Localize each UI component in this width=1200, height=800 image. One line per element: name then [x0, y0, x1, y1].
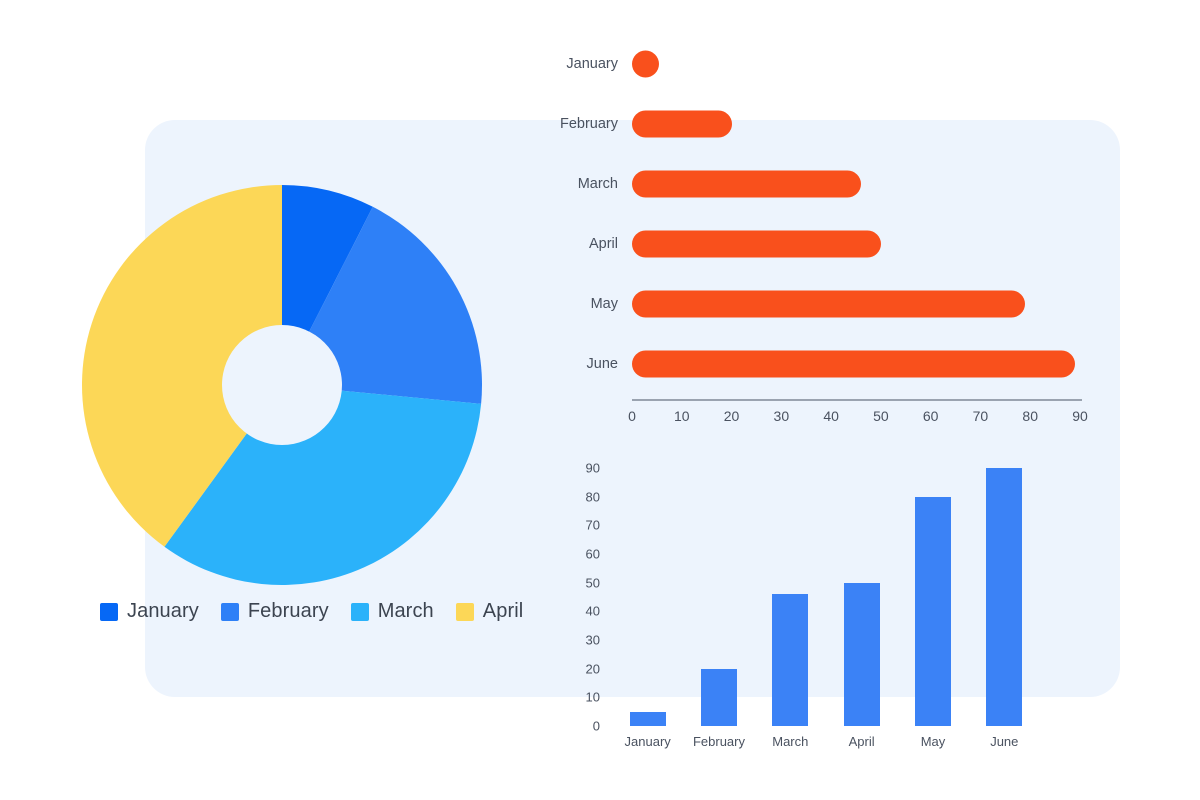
horizontal-bar-march[interactable] — [632, 170, 861, 198]
horizontal-bar-rows: January February March April May June — [540, 34, 1100, 394]
legend-item-january[interactable]: January — [100, 600, 199, 623]
horizontal-bar-x-tick: 10 — [673, 408, 690, 424]
vertical-bar-y-tick: 80 — [585, 489, 600, 505]
horizontal-bar-june[interactable] — [632, 350, 1076, 378]
horizontal-bar-may[interactable] — [632, 290, 1026, 318]
horizontal-bar-track — [632, 154, 1080, 214]
vertical-bar-x-label-february: February — [692, 734, 745, 749]
donut-chart — [77, 185, 487, 585]
vertical-bar-y-tick: 20 — [585, 661, 600, 677]
horizontal-bar-label-february: February — [559, 116, 618, 132]
legend-swatch-icon — [350, 602, 369, 621]
donut-hole — [222, 325, 342, 445]
legend-item-label: March — [377, 600, 434, 622]
horizontal-bar-x-tick: 40 — [823, 408, 839, 424]
horizontal-bar-x-tick: 60 — [922, 408, 939, 424]
vertical-bar-x-label-june: June — [990, 734, 1019, 749]
horizontal-bar-x-tick: 20 — [723, 408, 740, 424]
horizontal-bar-label-march: March — [577, 176, 618, 192]
horizontal-bar-track — [632, 274, 1080, 334]
vertical-bar-x-label-march: March — [772, 734, 809, 749]
legend-item-march[interactable]: March — [350, 600, 434, 623]
horizontal-bar-row: April — [540, 214, 1100, 274]
legend-swatch-icon — [455, 602, 474, 621]
vertical-bar-plot-area — [612, 468, 1040, 726]
vertical-bar-column — [971, 468, 1037, 726]
vertical-bar-column — [686, 468, 752, 726]
vertical-bar-y-tick: 90 — [585, 460, 600, 476]
vertical-bar-january[interactable] — [629, 711, 666, 726]
vertical-bar-column — [900, 468, 966, 726]
horizontal-bar-x-tick: 70 — [972, 408, 989, 424]
dashboard-canvas: January February March April January Februar… — [0, 0, 1200, 800]
vertical-bar-x-label-may: May — [920, 734, 946, 749]
horizontal-bar-april[interactable] — [632, 230, 881, 258]
horizontal-bar-february[interactable] — [632, 110, 732, 138]
donut-legend: January February March April — [100, 600, 523, 623]
vertical-bar-june[interactable] — [986, 468, 1023, 726]
vertical-bar-y-axis-ticks: 0 10 20 30 40 50 60 70 80 90 — [560, 461, 600, 734]
vertical-bar-x-label-january: January — [624, 734, 671, 749]
horizontal-bar-row: June — [540, 334, 1100, 394]
vertical-bar-february[interactable] — [700, 668, 737, 726]
vertical-bar-chart: 0 10 20 30 40 50 60 70 80 90 January February March… — [560, 461, 1040, 768]
horizontal-bar-row: February — [540, 94, 1100, 154]
vertical-bar-x-label-april: April — [848, 734, 875, 749]
legend-swatch-icon — [220, 602, 239, 621]
vertical-bar-column — [757, 468, 823, 726]
horizontal-bar-chart: January February March April May June 0 10 20 30… — [540, 34, 1100, 434]
horizontal-bar-row: May — [540, 274, 1100, 334]
horizontal-bar-x-tick: 80 — [1022, 408, 1039, 424]
vertical-bar-x-axis-labels: January February March April May June — [612, 734, 1040, 749]
horizontal-bar-january[interactable] — [632, 50, 659, 78]
vertical-bar-y-tick: 50 — [585, 575, 600, 591]
vertical-bar-y-tick: 40 — [585, 603, 600, 619]
vertical-bar-y-tick: 0 — [592, 718, 600, 734]
horizontal-bar-x-tick: 90 — [1072, 408, 1088, 424]
vertical-bar-may[interactable] — [914, 496, 951, 726]
horizontal-bar-row: March — [540, 154, 1100, 214]
horizontal-bar-label-january: January — [566, 56, 618, 72]
vertical-bar-y-tick: 70 — [585, 517, 600, 533]
vertical-bar-y-tick: 60 — [585, 546, 600, 562]
vertical-bar-column — [615, 468, 681, 726]
legend-item-february[interactable]: February — [220, 600, 329, 623]
horizontal-bar-x-axis-ticks: 0 10 20 30 40 50 60 70 80 90 — [628, 408, 1088, 430]
legend-item-april[interactable]: April — [455, 600, 524, 623]
horizontal-bar-track — [632, 214, 1080, 274]
legend-item-label: April — [482, 600, 524, 622]
horizontal-bar-track — [632, 334, 1080, 394]
legend-item-label: February — [247, 600, 329, 622]
horizontal-bar-x-tick: 50 — [873, 408, 889, 424]
donut-chart-svg — [82, 185, 482, 585]
horizontal-bar-axis-line — [632, 399, 1082, 401]
horizontal-bar-x-tick: 30 — [773, 408, 790, 424]
vertical-bar-column — [829, 468, 895, 726]
horizontal-bar-label-april: April — [588, 236, 618, 252]
horizontal-bar-track — [632, 94, 1080, 154]
vertical-bar-april[interactable] — [843, 582, 880, 726]
legend-swatch-icon — [100, 602, 118, 621]
horizontal-bar-label-june: June — [586, 356, 618, 372]
horizontal-bar-label-may: May — [590, 296, 618, 312]
horizontal-bar-x-tick: 0 — [628, 408, 636, 424]
horizontal-bar-track — [632, 34, 1080, 94]
horizontal-bar-row: January — [540, 34, 1100, 94]
legend-item-label: January — [127, 600, 199, 622]
vertical-bar-y-tick: 10 — [585, 689, 600, 705]
vertical-bar-y-tick: 30 — [585, 632, 600, 648]
vertical-bar-march[interactable] — [772, 594, 809, 726]
